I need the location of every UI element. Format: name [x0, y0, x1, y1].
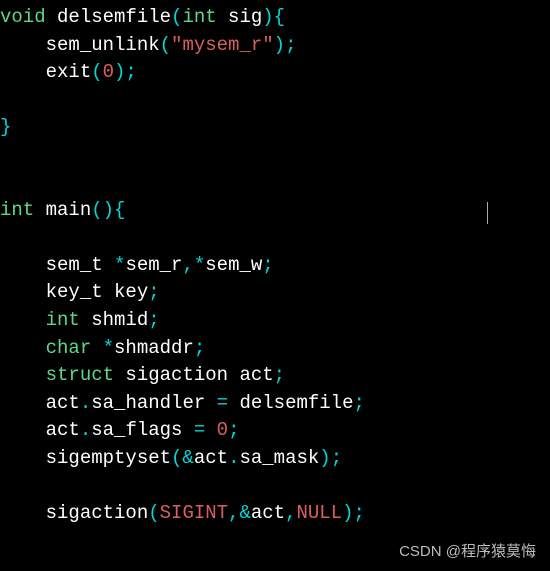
code-token: sem_t: [0, 254, 114, 276]
code-line: sem_t *sem_r,*sem_w;: [0, 252, 550, 280]
code-token: =: [194, 419, 205, 441]
code-token: .: [228, 447, 239, 469]
code-token: =: [217, 392, 228, 414]
code-token: [205, 419, 216, 441]
code-token: [0, 337, 46, 359]
code-token: sem_w: [205, 254, 262, 276]
code-line: char *shmaddr;: [0, 335, 550, 363]
code-token: );: [319, 447, 342, 469]
code-token: delsemfile: [228, 392, 353, 414]
code-token: );: [342, 502, 365, 524]
code-token: act: [194, 447, 228, 469]
code-token: ;: [194, 337, 205, 359]
code-token: (: [91, 61, 102, 83]
code-token: (: [148, 502, 159, 524]
text-cursor: [487, 202, 488, 224]
code-token: void: [0, 6, 46, 28]
code-line: [0, 169, 550, 197]
code-editor: void delsemfile(int sig){ sem_unlink("my…: [0, 0, 550, 527]
code-token: ;: [262, 254, 273, 276]
code-line: key_t key;: [0, 279, 550, 307]
code-token: sa_mask: [239, 447, 319, 469]
code-token: *: [114, 254, 125, 276]
code-line: }: [0, 114, 550, 142]
code-token: SIGINT: [160, 502, 228, 524]
code-token: sem_unlink: [0, 34, 160, 56]
code-token: .: [80, 419, 91, 441]
code-token: (: [160, 34, 171, 56]
code-token: [91, 337, 102, 359]
code-line: sigaction(SIGINT,&act,NULL);: [0, 500, 550, 528]
code-line: sigemptyset(&act.sa_mask);: [0, 445, 550, 473]
code-token: [0, 309, 46, 331]
code-token: sigaction: [0, 502, 148, 524]
code-token: main: [34, 199, 91, 221]
code-token: .: [80, 392, 91, 414]
code-token: (&: [171, 447, 194, 469]
code-token: "mysem_r": [171, 34, 274, 56]
code-line: int shmid;: [0, 307, 550, 335]
code-token: }: [0, 116, 11, 138]
code-token: );: [114, 61, 137, 83]
code-token: 0: [103, 61, 114, 83]
code-token: sa_handler: [91, 392, 216, 414]
code-token: ,: [285, 502, 296, 524]
code-token: ,&: [228, 502, 251, 524]
code-token: delsemfile: [46, 6, 171, 28]
code-token: (){: [91, 199, 125, 221]
code-token: NULL: [297, 502, 343, 524]
code-token: );: [274, 34, 297, 56]
code-token: ){: [262, 6, 285, 28]
code-line: [0, 472, 550, 500]
code-line: act.sa_flags = 0;: [0, 417, 550, 445]
code-token: sem_r: [125, 254, 182, 276]
code-token: char: [46, 337, 92, 359]
code-token: sa_flags: [91, 419, 194, 441]
code-token: ,*: [182, 254, 205, 276]
code-line: sem_unlink("mysem_r");: [0, 32, 550, 60]
code-token: key_t key: [0, 281, 148, 303]
code-line: struct sigaction act;: [0, 362, 550, 390]
code-line: [0, 224, 550, 252]
code-token: (: [171, 6, 182, 28]
code-token: ;: [148, 281, 159, 303]
code-token: 0: [217, 419, 228, 441]
code-token: act: [0, 392, 80, 414]
code-token: act: [251, 502, 285, 524]
code-line: int main(){: [0, 197, 550, 225]
code-token: *: [103, 337, 114, 359]
code-token: int: [182, 6, 216, 28]
code-line: void delsemfile(int sig){: [0, 4, 550, 32]
code-line: exit(0);: [0, 59, 550, 87]
code-line: act.sa_handler = delsemfile;: [0, 390, 550, 418]
code-token: ;: [353, 392, 364, 414]
code-token: ;: [274, 364, 285, 386]
watermark: CSDN @程序猿莫悔: [399, 541, 536, 563]
code-token: shmid: [80, 309, 148, 331]
code-line: [0, 142, 550, 170]
code-token: sigemptyset: [0, 447, 171, 469]
code-token: struct: [46, 364, 114, 386]
code-token: ;: [228, 419, 239, 441]
code-token: sigaction act: [114, 364, 274, 386]
code-token: ;: [148, 309, 159, 331]
code-token: shmaddr: [114, 337, 194, 359]
code-token: [0, 364, 46, 386]
code-token: exit: [0, 61, 91, 83]
code-token: int: [46, 309, 80, 331]
code-token: sig: [217, 6, 263, 28]
code-token: act: [0, 419, 80, 441]
code-line: [0, 87, 550, 115]
code-token: int: [0, 199, 34, 221]
